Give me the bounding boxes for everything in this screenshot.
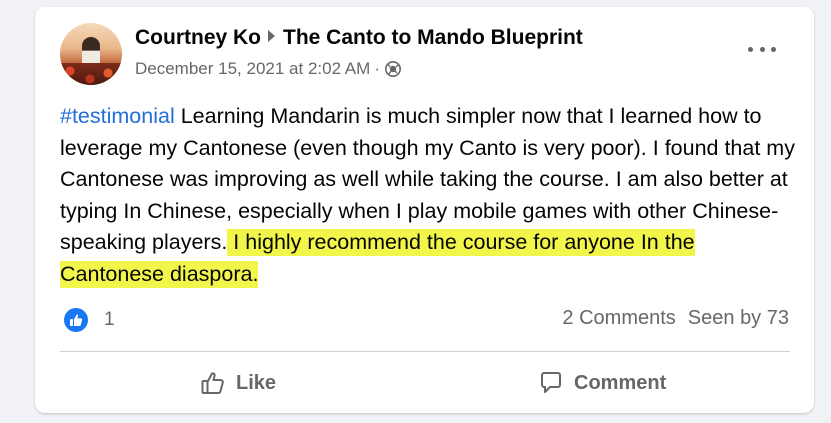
author-name[interactable]: Courtney Ko xyxy=(135,26,261,49)
comment-button[interactable]: Comment xyxy=(538,362,666,404)
post-meta: December 15, 2021 at 2:02 AM · xyxy=(135,59,402,79)
post-timestamp[interactable]: December 15, 2021 at 2:02 AM xyxy=(135,59,370,79)
post-body: #testimonial Learning Mandarin is much s… xyxy=(60,101,800,290)
comment-button-label: Comment xyxy=(574,371,667,394)
thumbs-up-glyph xyxy=(70,314,83,326)
like-button-label: Like xyxy=(236,371,277,394)
divider xyxy=(60,351,790,352)
caret-right-icon xyxy=(268,30,275,42)
avatar-flowers-shape xyxy=(60,63,122,85)
post-stats: 2 Comments Seen by 73 xyxy=(562,307,789,330)
comments-count[interactable]: 2 Comments xyxy=(562,307,675,329)
like-outline-icon xyxy=(201,372,224,394)
thumbs-up-icon[interactable] xyxy=(64,308,88,332)
avatar[interactable] xyxy=(60,23,122,85)
more-dot xyxy=(748,46,753,52)
more-dot xyxy=(759,46,765,52)
seen-by-count[interactable]: Seen by 73 xyxy=(688,307,789,329)
post-card: Courtney Ko The Canto to Mando Blueprint … xyxy=(35,7,814,413)
meta-separator: · xyxy=(374,59,380,78)
more-dot xyxy=(771,46,776,52)
more-options-icon[interactable] xyxy=(748,41,776,57)
post-header: Courtney Ko The Canto to Mando Blueprint xyxy=(135,26,583,50)
like-button[interactable]: Like xyxy=(200,362,276,404)
hashtag-link[interactable]: #testimonial xyxy=(60,104,175,128)
globe-icon[interactable] xyxy=(384,60,402,78)
group-name[interactable]: The Canto to Mando Blueprint xyxy=(283,26,583,49)
comment-bubble-icon xyxy=(541,372,561,393)
like-count[interactable]: 1 xyxy=(104,309,115,331)
